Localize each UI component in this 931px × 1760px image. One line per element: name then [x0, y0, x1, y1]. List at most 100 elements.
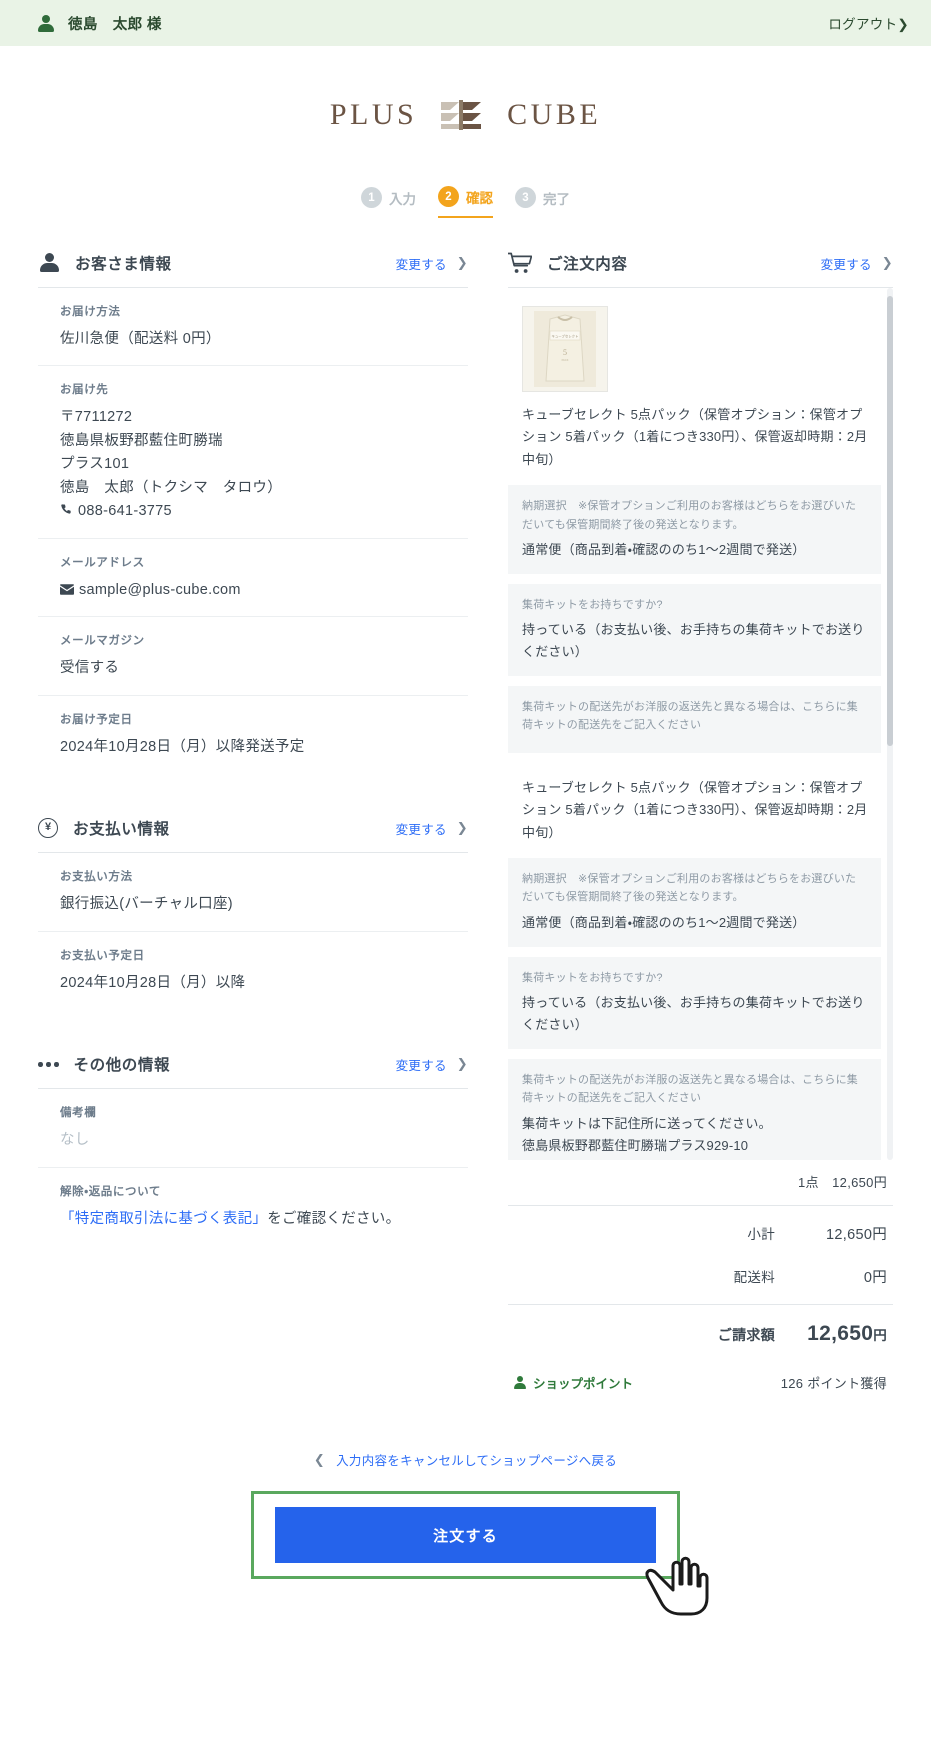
- submit-order-button[interactable]: 注文する: [275, 1507, 656, 1563]
- customer-info-header: お客さま情報 変更する ❯: [38, 252, 468, 288]
- cube-logo-mark-icon: [439, 98, 485, 132]
- option-answer: 通常便（商品到着・確認ののち1〜2週間で発送）: [522, 542, 806, 558]
- svg-text:キューブセレクト: キューブセレクト: [552, 334, 579, 339]
- tokusho-link[interactable]: 「特定商取引法に基づく表記」: [60, 1211, 267, 1227]
- cancel-and-return-link[interactable]: ❮ 入力内容をキャンセルしてショップページへ戻る: [314, 1450, 617, 1469]
- field-payment-method: お支払い方法 銀行振込(バーチャル口座): [38, 853, 468, 932]
- svg-text:5: 5: [563, 348, 567, 357]
- step-number: 2: [438, 186, 459, 207]
- option-question: 集荷キットの配送先がお洋服の返送先と異なる場合は、こちらに集荷キットの配送先をご…: [522, 1073, 858, 1105]
- field-label: お支払い予定日: [60, 949, 145, 962]
- cart-icon: [507, 252, 533, 274]
- scrollbar-thumb[interactable]: [887, 296, 893, 746]
- field-value-wrap: sample@plus-cube.com: [60, 579, 468, 602]
- product-name: キューブセレクト 5点パック（保管オプション：保管オプション 5着パック（1着に…: [522, 779, 868, 840]
- change-label: 変更する: [820, 257, 872, 272]
- total-row-subtotal: 小計 12,650円: [508, 1212, 893, 1255]
- field-value: 佐川急便（配送料 0円）: [60, 331, 221, 347]
- option-question: 納期選択 ※保管オプションご利用のお客様はどちらをお選びいただいても保管期間終了…: [522, 500, 857, 531]
- cancel-label: 入力内容をキャンセルしてショップページへ戻る: [336, 1454, 618, 1468]
- logout-link[interactable]: ログアウト❯: [828, 13, 909, 33]
- chevron-left-icon: ❮: [313, 1451, 326, 1467]
- order-totals: 小計 12,650円 配送料 0円 ご請求額 12,650円 ショップポイント …: [508, 1205, 893, 1392]
- order-summary-title: ご注文内容: [547, 256, 628, 273]
- change-label: 変更する: [395, 1058, 447, 1073]
- brand-header: PLUS CUBE: [0, 46, 931, 132]
- order-summary-header: ご注文内容 変更する ❯: [507, 252, 893, 288]
- field-value: 2024年10月28日（月）以降発送予定: [60, 738, 305, 755]
- step-label: 入力: [389, 191, 416, 207]
- grand-total-amount: 12,650: [807, 1322, 874, 1345]
- field-label: 解除・返品について: [60, 1185, 161, 1198]
- product-option: 集荷キットをお持ちですか? 持っている（お支払い後、お手持ちの集荷キットでお送り…: [508, 583, 881, 676]
- step-confirm: 2 確認: [438, 186, 493, 218]
- user-info: 徳島 太郎 様: [38, 13, 162, 34]
- total-value: 0円: [863, 1270, 887, 1286]
- field-value: なし: [60, 1132, 90, 1149]
- hand-cursor-icon: [641, 1532, 713, 1618]
- field-remarks: 備考欄 なし: [38, 1089, 468, 1168]
- grand-total-value: 12,650円: [801, 1322, 887, 1346]
- field-value: 銀行振込(バーチャル口座): [60, 896, 233, 913]
- total-row-shipping: 配送料 0円: [508, 1255, 893, 1298]
- step-input: 1 入力: [361, 187, 416, 217]
- item-quantity-price: 1点 12,650円: [798, 1175, 887, 1190]
- option-question: 集荷キットをお持ちですか?: [522, 971, 663, 984]
- option-question: 集荷キットの配送先がお洋服の返送先と異なる場合は、こちらに集荷キットの配送先をご…: [522, 700, 858, 732]
- customer-change-link[interactable]: 変更する ❯: [396, 254, 468, 273]
- field-label: お届け方法: [60, 306, 121, 318]
- customer-info-title: お客さま情報: [75, 256, 172, 273]
- user-top-bar: 徳島 太郎 様 ログアウト❯: [0, 0, 931, 46]
- left-column: お客さま情報 変更する ❯ お届け方法 佐川急便（配送料 0円） お届け先 〒7…: [38, 252, 468, 1245]
- phone-number: 088-641-3775: [78, 503, 172, 520]
- total-label: 配送料: [733, 1270, 775, 1285]
- product-option: 納期選択 ※保管オプションご利用のお客様はどちらをお選びいただいても保管期間終了…: [508, 857, 881, 947]
- change-label: 変更する: [395, 822, 447, 837]
- field-label: 備考欄: [60, 1107, 97, 1120]
- field-delivery-address: お届け先 〒7711272 徳島県板野郡藍住町勝瑞 プラス101 徳島 太郎（ト…: [38, 366, 468, 539]
- shop-points-row: ショップポイント 126 ポイント獲得: [508, 1357, 893, 1392]
- brand-word-left: PLUS: [329, 98, 418, 131]
- option-answer: 持っている（お支払い後、お手持ちの集荷キットでお送りください）: [522, 622, 865, 660]
- option-answer: 通常便（商品到着・確認ののち1〜2週間で発送）: [522, 914, 806, 930]
- order-change-link[interactable]: 変更する ❯: [821, 254, 893, 273]
- payment-info-header: ¥ お支払い情報 変更する ❯: [38, 817, 468, 854]
- step-label: 完了: [543, 191, 570, 207]
- field-label: メールマガジン: [60, 635, 145, 648]
- payment-change-link[interactable]: 変更する ❯: [396, 819, 468, 838]
- submit-highlight-frame: 注文する: [251, 1491, 709, 1616]
- option-answer: 持っている（お支払い後、お手持ちの集荷キットでお送りください）: [522, 995, 865, 1033]
- ellipsis-icon: [38, 1062, 59, 1067]
- grand-total-label: ご請求額: [717, 1327, 775, 1343]
- option-question: 納期選択 ※保管オプションご利用のお客様はどちらをお選びいただいても保管期間終了…: [522, 872, 857, 904]
- bottom-actions: ❮ 入力内容をキャンセルしてショップページへ戻る 注文する: [0, 1450, 931, 1619]
- field-phone: 088-641-3775: [60, 500, 468, 523]
- field-delivery-date: お届け予定日 2024年10月28日（月）以降発送予定: [38, 696, 468, 773]
- chevron-right-icon: ❯: [881, 255, 893, 270]
- chevron-right-icon: ❯: [897, 17, 909, 32]
- option-answer: 集荷キットは下記住所に送ってください。 徳島県板野郡藍住町勝瑞プラス929-10: [522, 1115, 772, 1153]
- field-label: お届け予定日: [60, 713, 133, 726]
- product-option: 集荷キットの配送先がお洋服の返送先と異なる場合は、こちらに集荷キットの配送先をご…: [508, 1058, 881, 1160]
- other-info-title: その他の情報: [73, 1057, 171, 1075]
- field-value: 2024年10月28日（月）以降: [60, 974, 246, 991]
- field-payment-date: お支払い予定日 2024年10月28日（月）以降: [38, 932, 468, 1009]
- field-value: 〒7711272 徳島県板野郡藍住町勝瑞 プラス101 徳島 太郎（トクシマ タ…: [60, 409, 282, 496]
- step-complete: 3 完了: [515, 187, 570, 217]
- field-value: 受信する: [60, 660, 120, 677]
- step-number: 1: [361, 187, 382, 208]
- return-suffix: をご確認ください。: [267, 1210, 401, 1227]
- email-value: sample@plus-cube.com: [79, 581, 241, 598]
- step-number: 3: [515, 187, 536, 208]
- user-name-label: 徳島 太郎 様: [68, 16, 162, 33]
- yen-circle-icon: ¥: [38, 818, 58, 839]
- shop-points-value: 126 ポイント獲得: [780, 1376, 887, 1391]
- order-items-scroll-area[interactable]: キューブセレクト 5 PACK キューブセレクト 5点パック（保管オプション：保…: [508, 288, 893, 1160]
- mail-icon: [60, 580, 74, 603]
- chevron-right-icon: ❯: [456, 255, 468, 270]
- total-value: 12,650円: [826, 1227, 887, 1243]
- currency-unit: 円: [873, 1328, 887, 1343]
- chevron-right-icon: ❯: [456, 820, 468, 836]
- other-change-link[interactable]: 変更する ❯: [396, 1055, 468, 1074]
- svg-text:PACK: PACK: [562, 358, 569, 362]
